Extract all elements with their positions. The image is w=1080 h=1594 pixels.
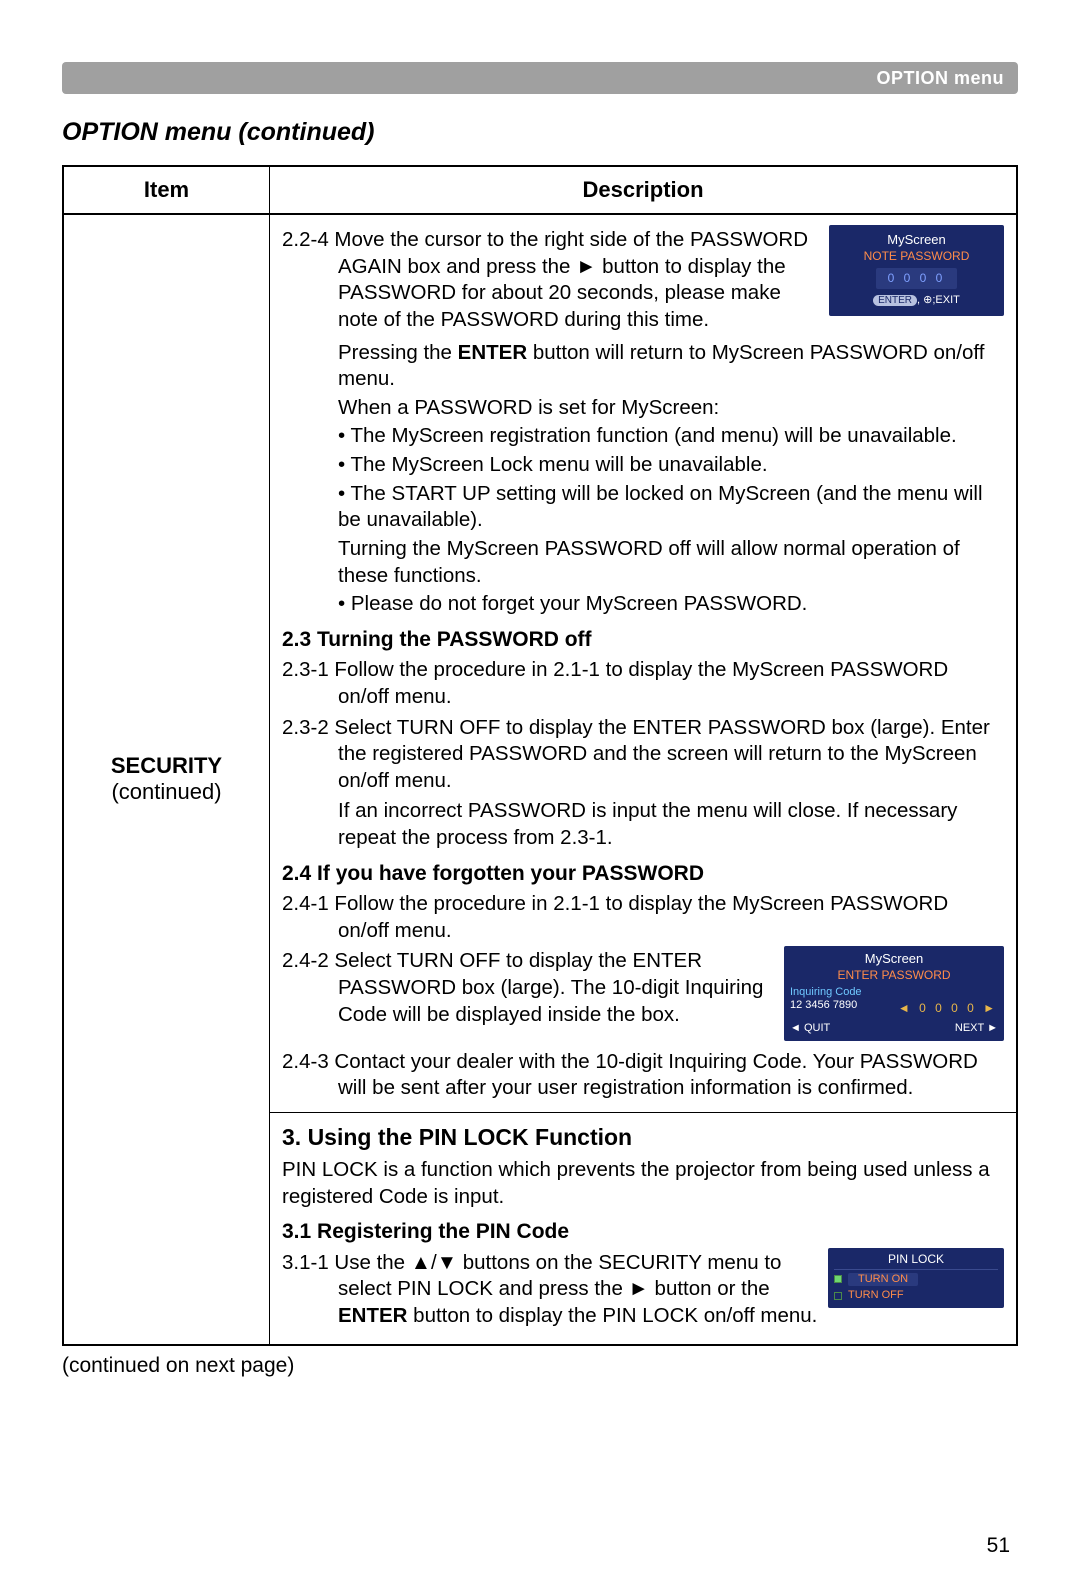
panel-subtitle: ENTER PASSWORD bbox=[790, 968, 998, 983]
turn-on-label: TURN ON bbox=[848, 1273, 918, 1287]
step-2-3-1: 2.3-1 Follow the procedure in 2.1-1 to d… bbox=[282, 657, 1004, 710]
heading-2-4: 2.4 If you have forgotten your PASSWORD bbox=[282, 860, 1004, 887]
step-2-3-2b: If an incorrect PASSWORD is input the me… bbox=[282, 798, 1004, 851]
panel-title: MyScreen bbox=[790, 951, 998, 967]
panel-title: MyScreen bbox=[835, 232, 998, 248]
step-2-2-4-c: When a PASSWORD is set for MyScreen: bbox=[282, 395, 1004, 422]
header-bar: OPTION menu bbox=[62, 62, 1018, 94]
turn-on-row: TURN ON bbox=[834, 1273, 998, 1287]
heading-3-1: 3.1 Registering the PIN Code bbox=[282, 1218, 1004, 1245]
item-cell: SECURITY (continued) bbox=[64, 215, 270, 1344]
table-header-row: Item Description bbox=[64, 167, 1016, 215]
description-cell: MyScreen NOTE PASSWORD 0 0 0 0 ENTER, ⊕;… bbox=[270, 215, 1016, 1344]
page-number: 51 bbox=[987, 1534, 1010, 1558]
heading-3: 3. Using the PIN LOCK Function bbox=[282, 1123, 1004, 1153]
bullet-1: • The MyScreen registration function (an… bbox=[282, 423, 1004, 450]
step-2-2-4-d: Turning the MyScreen PASSWORD off will a… bbox=[282, 536, 1004, 589]
section-title: OPTION menu (continued) bbox=[62, 118, 1018, 147]
enter-badge: ENTER bbox=[873, 295, 917, 306]
col-header-item: Item bbox=[64, 167, 270, 213]
panel-title: PIN LOCK bbox=[834, 1252, 998, 1270]
panel-digits: 0 0 0 0 bbox=[876, 268, 958, 289]
table-row: SECURITY (continued) MyScreen NOTE PASSW… bbox=[64, 215, 1016, 1344]
step-2-4-3: 2.4-3 Contact your dealer with the 10-di… bbox=[282, 1049, 1004, 1102]
option-table: Item Description SECURITY (continued) My… bbox=[62, 165, 1018, 1346]
next-label: NEXT ► bbox=[955, 1022, 998, 1036]
continued-note: (continued on next page) bbox=[62, 1354, 1018, 1378]
inquiring-label: Inquiring Code bbox=[790, 986, 998, 1000]
heading-2-3: 2.3 Turning the PASSWORD off bbox=[282, 626, 1004, 653]
bullet-3: • The START UP setting will be locked on… bbox=[282, 481, 1004, 534]
checkbox-off-icon bbox=[834, 1292, 842, 1300]
bullet-4: • Please do not forget your MyScreen PAS… bbox=[282, 591, 1004, 618]
turn-off-row: TURN OFF bbox=[834, 1289, 998, 1303]
para-3: PIN LOCK is a function which prevents th… bbox=[282, 1157, 1004, 1210]
note-password-panel: MyScreen NOTE PASSWORD 0 0 0 0 ENTER, ⊕;… bbox=[829, 225, 1004, 316]
item-subtitle: (continued) bbox=[111, 779, 221, 805]
panel-digits: ◄ 0 0 0 0 ► bbox=[898, 1001, 998, 1016]
checkbox-on-icon bbox=[834, 1275, 842, 1283]
turn-off-label: TURN OFF bbox=[848, 1289, 904, 1303]
step-2-4-1: 2.4-1 Follow the procedure in 2.1-1 to d… bbox=[282, 891, 1004, 944]
col-header-description: Description bbox=[270, 167, 1016, 213]
step-2-2-4-b: Pressing the ENTER button will return to… bbox=[282, 340, 1004, 393]
panel-hint: ENTER, ⊕;EXIT bbox=[835, 294, 998, 308]
bullet-2: • The MyScreen Lock menu will be unavail… bbox=[282, 452, 1004, 479]
enter-password-panel: MyScreen ENTER PASSWORD Inquiring Code 1… bbox=[784, 946, 1004, 1041]
pin-lock-panel: PIN LOCK TURN ON TURN OFF bbox=[828, 1248, 1004, 1309]
section-separator bbox=[270, 1112, 1016, 1113]
step-2-3-2: 2.3-2 Select TURN OFF to display the ENT… bbox=[282, 715, 1004, 795]
breadcrumb: OPTION menu bbox=[876, 68, 1004, 89]
quit-label: ◄ QUIT bbox=[790, 1022, 830, 1036]
item-title: SECURITY bbox=[111, 753, 222, 779]
panel-subtitle: NOTE PASSWORD bbox=[835, 249, 998, 264]
